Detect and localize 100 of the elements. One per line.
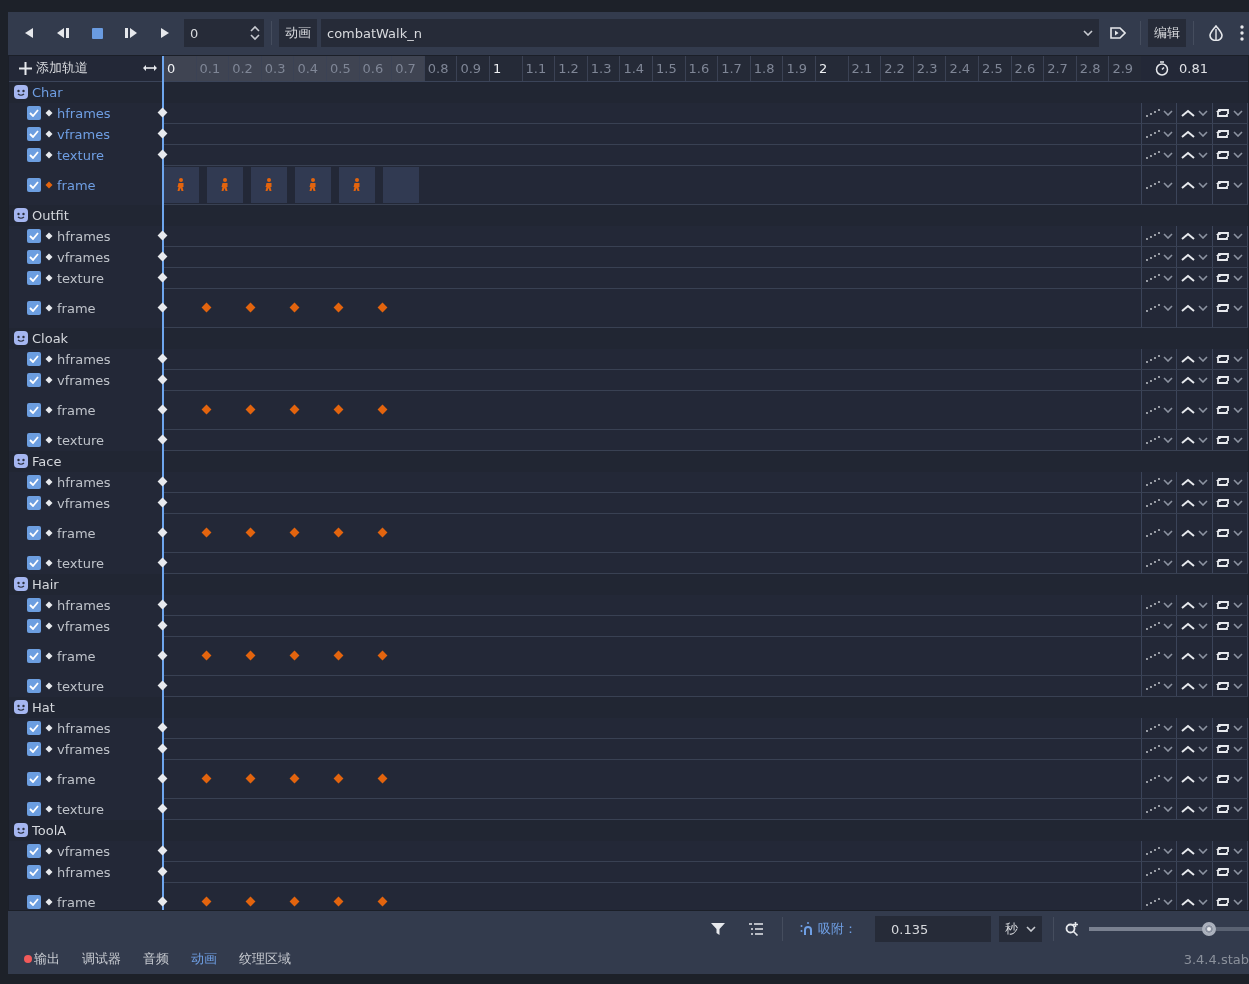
interpolation-dots-icon[interactable] — [1145, 130, 1160, 138]
interpolation-dots-icon[interactable] — [1145, 355, 1160, 363]
keyframe[interactable] — [157, 476, 168, 487]
track-name[interactable]: texture — [57, 271, 104, 286]
caret-up-icon[interactable] — [1181, 775, 1195, 783]
edit-button[interactable]: 编辑 — [1148, 19, 1186, 48]
track-checkbox[interactable] — [27, 433, 41, 448]
caret-up-icon[interactable] — [1181, 232, 1195, 240]
track-name[interactable]: texture — [57, 556, 104, 571]
track-checkbox[interactable] — [27, 178, 41, 193]
caret-up-icon[interactable] — [1181, 529, 1195, 537]
node-name[interactable]: Cloak — [32, 331, 69, 346]
up-down-arrows-icon[interactable] — [250, 25, 260, 42]
keyframe[interactable] — [157, 302, 168, 313]
interpolation-dots-icon[interactable] — [1145, 253, 1160, 261]
interpolation-dots-icon[interactable] — [1145, 406, 1160, 414]
caret-up-icon[interactable] — [1181, 130, 1195, 138]
frame-thumbnail[interactable] — [251, 167, 287, 203]
track-checkbox[interactable] — [27, 895, 41, 910]
caret-up-icon[interactable] — [1181, 109, 1195, 117]
track-checkbox[interactable] — [27, 865, 41, 880]
interpolation-dots-icon[interactable] — [1145, 724, 1160, 732]
keyframe[interactable] — [157, 845, 168, 856]
frame-thumbnail[interactable] — [339, 167, 375, 203]
track-checkbox[interactable] — [27, 373, 41, 388]
caret-up-icon[interactable] — [1181, 682, 1195, 690]
keyframe[interactable] — [157, 497, 168, 508]
track-name[interactable]: texture — [57, 802, 104, 817]
animation-dropdown[interactable]: combatWalk_n — [321, 19, 1099, 48]
caret-up-icon[interactable] — [1181, 898, 1195, 906]
panel-tab[interactable]: 输出 — [16, 950, 68, 969]
panel-tab[interactable]: 动画 — [183, 950, 225, 969]
caret-up-icon[interactable] — [1181, 181, 1195, 189]
interpolation-dots-icon[interactable] — [1145, 775, 1160, 783]
keyframe[interactable] — [157, 620, 168, 631]
frame-thumbnail[interactable] — [207, 167, 243, 203]
track-name[interactable]: vframes — [57, 373, 110, 388]
keyframe[interactable] — [157, 803, 168, 814]
track-name[interactable]: frame — [57, 301, 96, 316]
track-name[interactable]: hframes — [57, 475, 111, 490]
track-name[interactable]: frame — [57, 526, 96, 541]
interpolation-dots-icon[interactable] — [1145, 805, 1160, 813]
track-checkbox[interactable] — [27, 598, 41, 613]
caret-up-icon[interactable] — [1181, 304, 1195, 312]
interpolation-dots-icon[interactable] — [1145, 232, 1160, 240]
keyframe[interactable] — [157, 149, 168, 160]
track-checkbox[interactable] — [27, 772, 41, 787]
track-checkbox[interactable] — [27, 403, 41, 418]
track-checkbox[interactable] — [27, 844, 41, 859]
track-name[interactable]: hframes — [57, 229, 111, 244]
track-checkbox[interactable] — [27, 352, 41, 367]
node-name[interactable]: Outfit — [32, 208, 69, 223]
keyframe[interactable] — [157, 743, 168, 754]
track-name[interactable]: vframes — [57, 127, 110, 142]
track-name[interactable]: hframes — [57, 352, 111, 367]
interpolation-dots-icon[interactable] — [1145, 745, 1160, 753]
keyframe[interactable] — [157, 773, 168, 784]
panel-tab[interactable]: 纹理区域 — [231, 950, 299, 969]
track-checkbox[interactable] — [27, 556, 41, 571]
track-checkbox[interactable] — [27, 802, 41, 817]
caret-up-icon[interactable] — [1181, 274, 1195, 282]
keyframe[interactable] — [157, 272, 168, 283]
keyframe[interactable] — [157, 374, 168, 385]
track-name[interactable]: frame — [57, 403, 96, 418]
interpolation-dots-icon[interactable] — [1145, 499, 1160, 507]
keyframe[interactable] — [157, 866, 168, 877]
track-name[interactable]: vframes — [57, 844, 110, 859]
track-checkbox[interactable] — [27, 229, 41, 244]
track-checkbox[interactable] — [27, 496, 41, 511]
caret-up-icon[interactable] — [1181, 376, 1195, 384]
frame-thumbnail[interactable] — [295, 167, 331, 203]
track-checkbox[interactable] — [27, 301, 41, 316]
keyframe[interactable] — [157, 557, 168, 568]
animation-menu-button[interactable]: 动画 — [279, 19, 317, 48]
interpolation-dots-icon[interactable] — [1145, 274, 1160, 282]
interpolation-dots-icon[interactable] — [1145, 304, 1160, 312]
interpolation-dots-icon[interactable] — [1145, 181, 1160, 189]
animation-length-field[interactable]: 0.81 — [1179, 61, 1208, 76]
snap-step-field[interactable]: 0.135 — [875, 916, 991, 943]
track-name[interactable]: texture — [57, 433, 104, 448]
caret-up-icon[interactable] — [1181, 151, 1195, 159]
track-name[interactable]: frame — [57, 772, 96, 787]
node-name[interactable]: ToolA — [32, 823, 67, 838]
keyframe[interactable] — [157, 434, 168, 445]
caret-up-icon[interactable] — [1181, 601, 1195, 609]
keyframe[interactable] — [157, 107, 168, 118]
track-name[interactable]: vframes — [57, 742, 110, 757]
track-checkbox[interactable] — [27, 742, 41, 757]
caret-up-icon[interactable] — [1181, 724, 1195, 732]
caret-up-icon[interactable] — [1181, 868, 1195, 876]
track-checkbox[interactable] — [27, 127, 41, 142]
track-checkbox[interactable] — [27, 148, 41, 163]
panel-tab[interactable]: 音频 — [135, 950, 177, 969]
caret-up-icon[interactable] — [1181, 406, 1195, 414]
resize-horizontal-icon[interactable] — [143, 64, 157, 73]
caret-up-icon[interactable] — [1181, 559, 1195, 567]
interpolation-dots-icon[interactable] — [1145, 622, 1160, 630]
frame-thumbnail[interactable] — [163, 167, 199, 203]
track-checkbox[interactable] — [27, 106, 41, 121]
node-name[interactable]: Char — [32, 85, 63, 100]
